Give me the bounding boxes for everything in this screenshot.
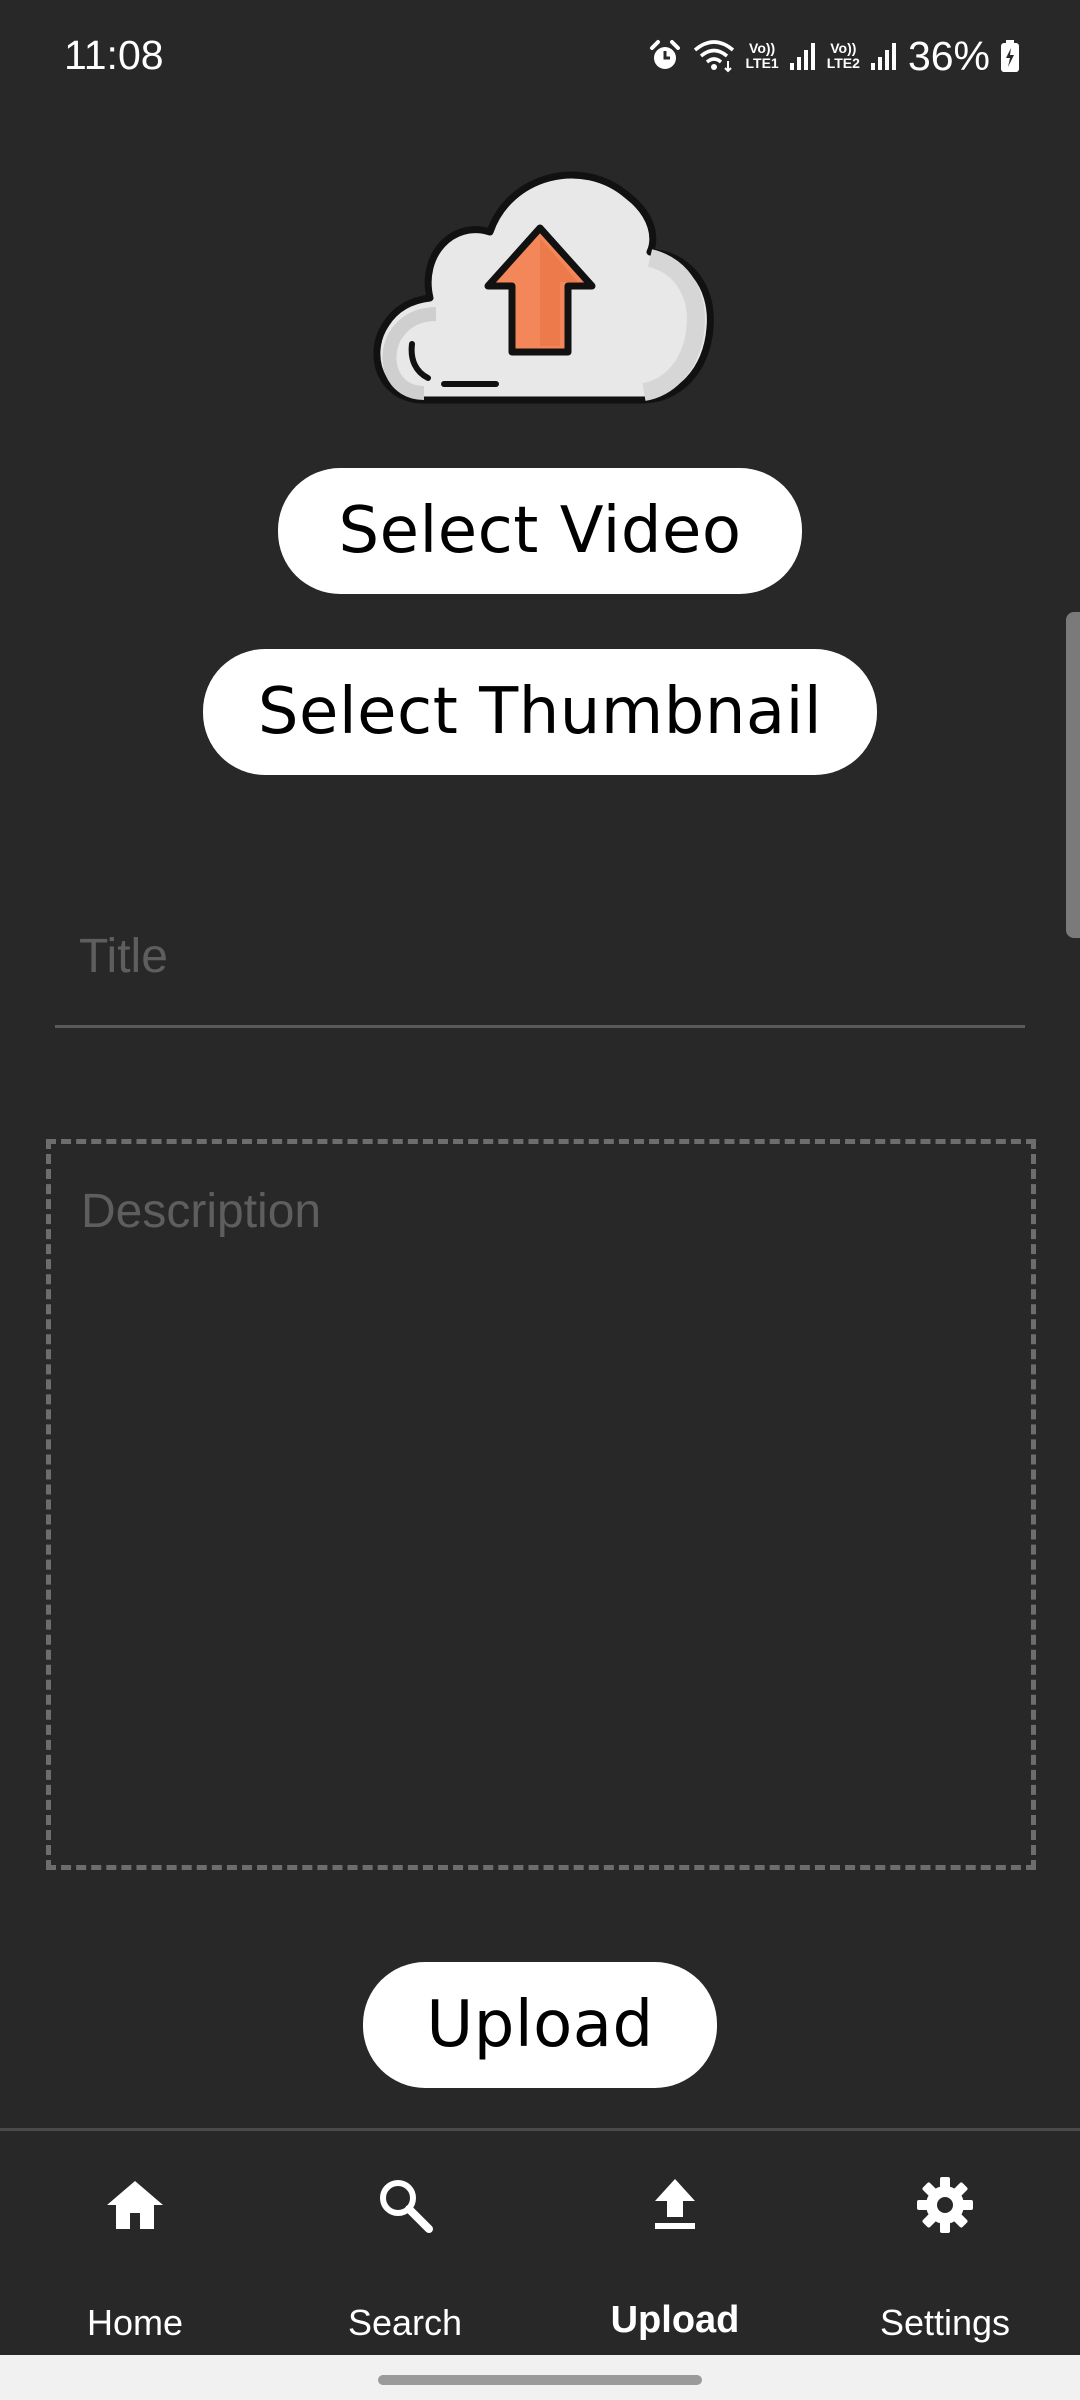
signal-icon [870,41,898,71]
sim2-network-label: Vo)) LTE2 [826,40,860,71]
wifi-icon [692,39,736,73]
select-video-button[interactable]: Select Video [278,468,802,594]
nav-label-search: Search [347,2302,463,2343]
battery-percent: 36% [907,32,990,79]
nav-label-upload: Upload [610,2299,740,2341]
nav-item-search[interactable]: Search [270,2131,540,2355]
title-placeholder: Title [79,930,168,983]
scrollbar[interactable] [1066,612,1080,938]
upload-icon [655,2179,695,2229]
system-navigation-bar [0,2355,1080,2400]
nav-item-settings[interactable]: Settings [810,2131,1080,2355]
title-input[interactable]: Title [55,905,1025,1028]
search-icon [380,2180,433,2233]
gear-icon [917,2177,973,2233]
cloud-upload-icon [364,148,716,410]
upload-screen: 11:08 Vo)) LTE1 Vo)) LTE2 36% Select Vid… [0,0,1080,2400]
signal-icon [789,41,817,71]
nav-label-home: Home [86,2302,184,2343]
description-placeholder: Description [81,1185,322,1238]
sim1-network-label: Vo)) LTE1 [745,40,779,71]
status-time: 11:08 [64,32,164,78]
upload-button[interactable]: Upload [363,1962,717,2088]
select-thumbnail-button[interactable]: Select Thumbnail [203,649,877,775]
status-icons: Vo)) LTE1 Vo)) LTE2 36% [648,30,1020,82]
battery-charging-icon [1000,39,1020,73]
nav-label-settings: Settings [879,2302,1011,2343]
bottom-navigation: Home Search Upload Settings [0,2128,1080,2355]
alarm-icon [648,39,682,73]
nav-item-home[interactable]: Home [0,2131,270,2355]
home-indicator[interactable] [378,2375,702,2385]
nav-item-upload[interactable]: Upload [540,2131,810,2355]
home-icon [107,2181,163,2229]
description-input[interactable]: Description [46,1139,1036,1870]
status-bar: 11:08 Vo)) LTE1 Vo)) LTE2 36% [0,0,1080,118]
